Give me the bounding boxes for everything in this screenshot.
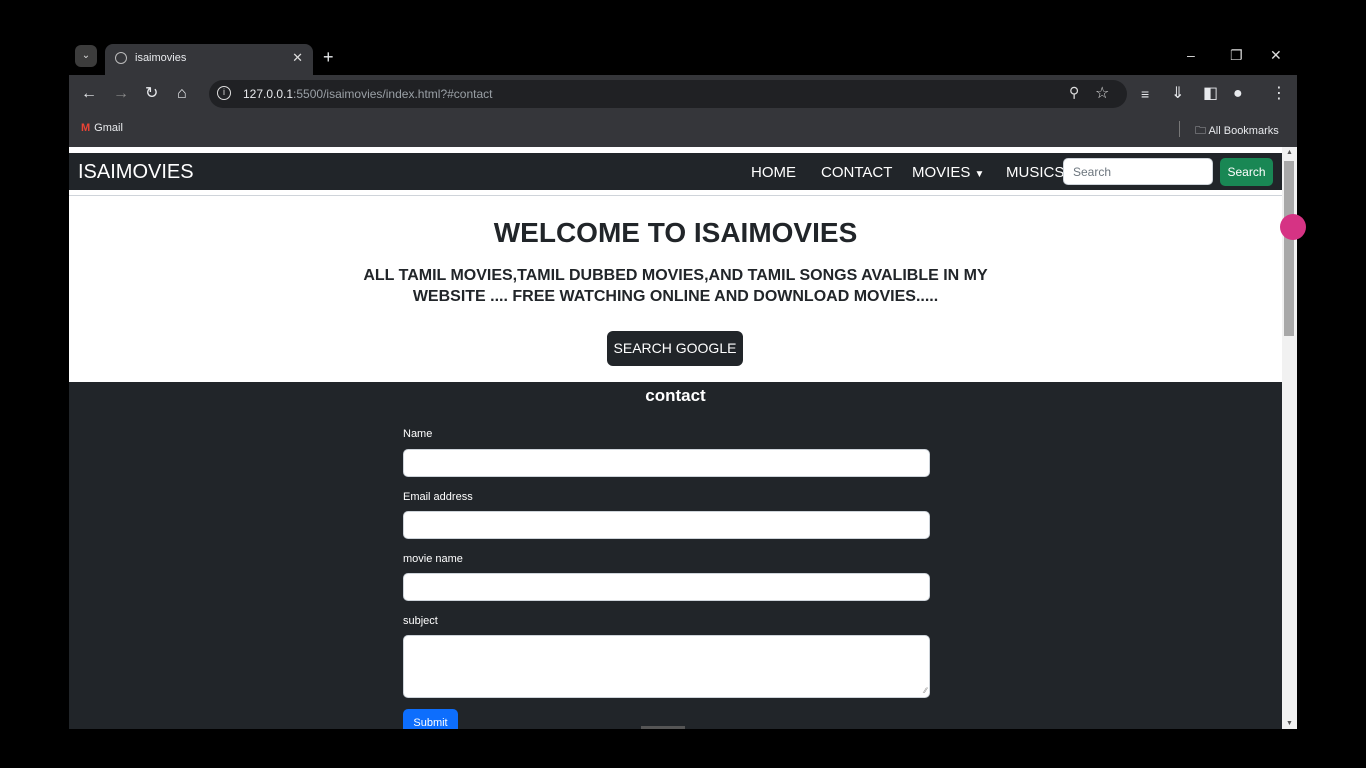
scrollbar-thumb[interactable]: [1284, 161, 1294, 336]
floating-dot[interactable]: [1280, 214, 1306, 240]
tab-search-icon[interactable]: ⌄: [75, 45, 97, 67]
page-viewport: ISAIMOVIES HOME CONTACT MOVIES ▼ MUSICS …: [69, 147, 1282, 729]
submit-button[interactable]: Submit: [403, 709, 458, 729]
search-input[interactable]: [1063, 158, 1213, 185]
nav-contact[interactable]: CONTACT: [821, 164, 892, 181]
subject-label: subject: [403, 615, 438, 627]
zoom-icon[interactable]: ⚲: [1069, 84, 1079, 101]
site-brand[interactable]: ISAIMOVIES: [78, 161, 194, 184]
tab-strip: ⌄ isaimovies ✕ + – ❐ ✕: [69, 43, 1297, 75]
site-navbar: ISAIMOVIES HOME CONTACT MOVIES ▼ MUSICS …: [69, 153, 1282, 190]
nav-home[interactable]: HOME: [751, 164, 796, 181]
bookmarks-bar: M Gmail 🗀 All Bookmarks: [69, 113, 1297, 148]
download-icon[interactable]: ⇓: [1171, 84, 1184, 104]
plus-icon[interactable]: +: [323, 47, 334, 68]
search-button[interactable]: Search: [1220, 158, 1273, 186]
name-field[interactable]: [403, 449, 930, 477]
forward-icon[interactable]: →: [113, 84, 129, 104]
folder-icon: 🗀: [1195, 125, 1206, 137]
url-text[interactable]: 127.0.0.1:5500/isaimovies/index.html?#co…: [243, 87, 493, 101]
subject-textarea[interactable]: ∕∕: [403, 635, 930, 698]
contact-title: contact: [645, 386, 706, 405]
email-label: Email address: [403, 491, 473, 503]
back-icon[interactable]: ←: [81, 84, 97, 104]
minimize-icon[interactable]: –: [1187, 47, 1195, 63]
scroll-up-icon[interactable]: ▲: [1286, 149, 1293, 156]
bottom-indicator: [641, 726, 685, 729]
tab-title: isaimovies: [135, 52, 187, 64]
sidepanel-icon[interactable]: ◧: [1203, 84, 1218, 104]
home-icon[interactable]: ⌂: [177, 84, 187, 104]
star-icon[interactable]: ☆: [1095, 83, 1109, 103]
movie-name-field[interactable]: [403, 573, 930, 601]
reload-icon[interactable]: ↻: [145, 84, 158, 104]
bookmark-gmail-label: Gmail: [94, 122, 123, 134]
profile-icon[interactable]: ●: [1233, 84, 1243, 104]
scroll-down-icon[interactable]: ▼: [1286, 720, 1293, 727]
search-google-button[interactable]: SEARCH GOOGLE: [607, 331, 743, 366]
info-icon[interactable]: i: [217, 86, 231, 100]
close-icon[interactable]: ✕: [292, 50, 303, 66]
gmail-icon: M: [81, 122, 91, 134]
nav-movies-dropdown[interactable]: MOVIES ▼: [912, 164, 984, 181]
contact-section: contact Name Email address movie name su…: [69, 382, 1282, 729]
browser-toolbar: ← → ↻ ⌂ i 127.0.0.1:5500/isaimovies/inde…: [69, 75, 1297, 113]
bookmark-separator: [1179, 121, 1180, 137]
resize-handle-icon[interactable]: ∕∕: [924, 686, 927, 695]
name-label: Name: [403, 428, 433, 440]
restore-icon[interactable]: ❐: [1230, 47, 1243, 64]
browser-window: ⌄ isaimovies ✕ + – ❐ ✕ ← → ↻ ⌂ i 127.0.0…: [69, 43, 1306, 729]
movie-name-label: movie name: [403, 553, 463, 565]
nav-musics[interactable]: MUSICS: [1006, 164, 1064, 181]
browser-tab[interactable]: isaimovies ✕: [105, 44, 313, 75]
globe-icon: [115, 52, 127, 64]
window-close-icon[interactable]: ✕: [1270, 47, 1282, 64]
divider: [69, 195, 1282, 196]
media-icon[interactable]: ≡: [1141, 84, 1149, 104]
bookmark-gmail[interactable]: M Gmail: [81, 122, 123, 134]
all-bookmarks[interactable]: 🗀 All Bookmarks: [1195, 122, 1279, 141]
address-bar[interactable]: i 127.0.0.1:5500/isaimovies/index.html?#…: [209, 80, 1127, 108]
email-field[interactable]: [403, 511, 930, 539]
nav-movies-label: MOVIES: [912, 164, 971, 181]
hero-subtitle: ALL TAMIL MOVIES,TAMIL DUBBED MOVIES,AND…: [363, 267, 988, 305]
all-bookmarks-label: All Bookmarks: [1208, 125, 1279, 137]
menu-icon[interactable]: ⋮: [1271, 84, 1287, 104]
hero-title: WELCOME TO ISAIMOVIES: [493, 217, 858, 248]
caret-down-icon: ▼: [974, 169, 985, 180]
